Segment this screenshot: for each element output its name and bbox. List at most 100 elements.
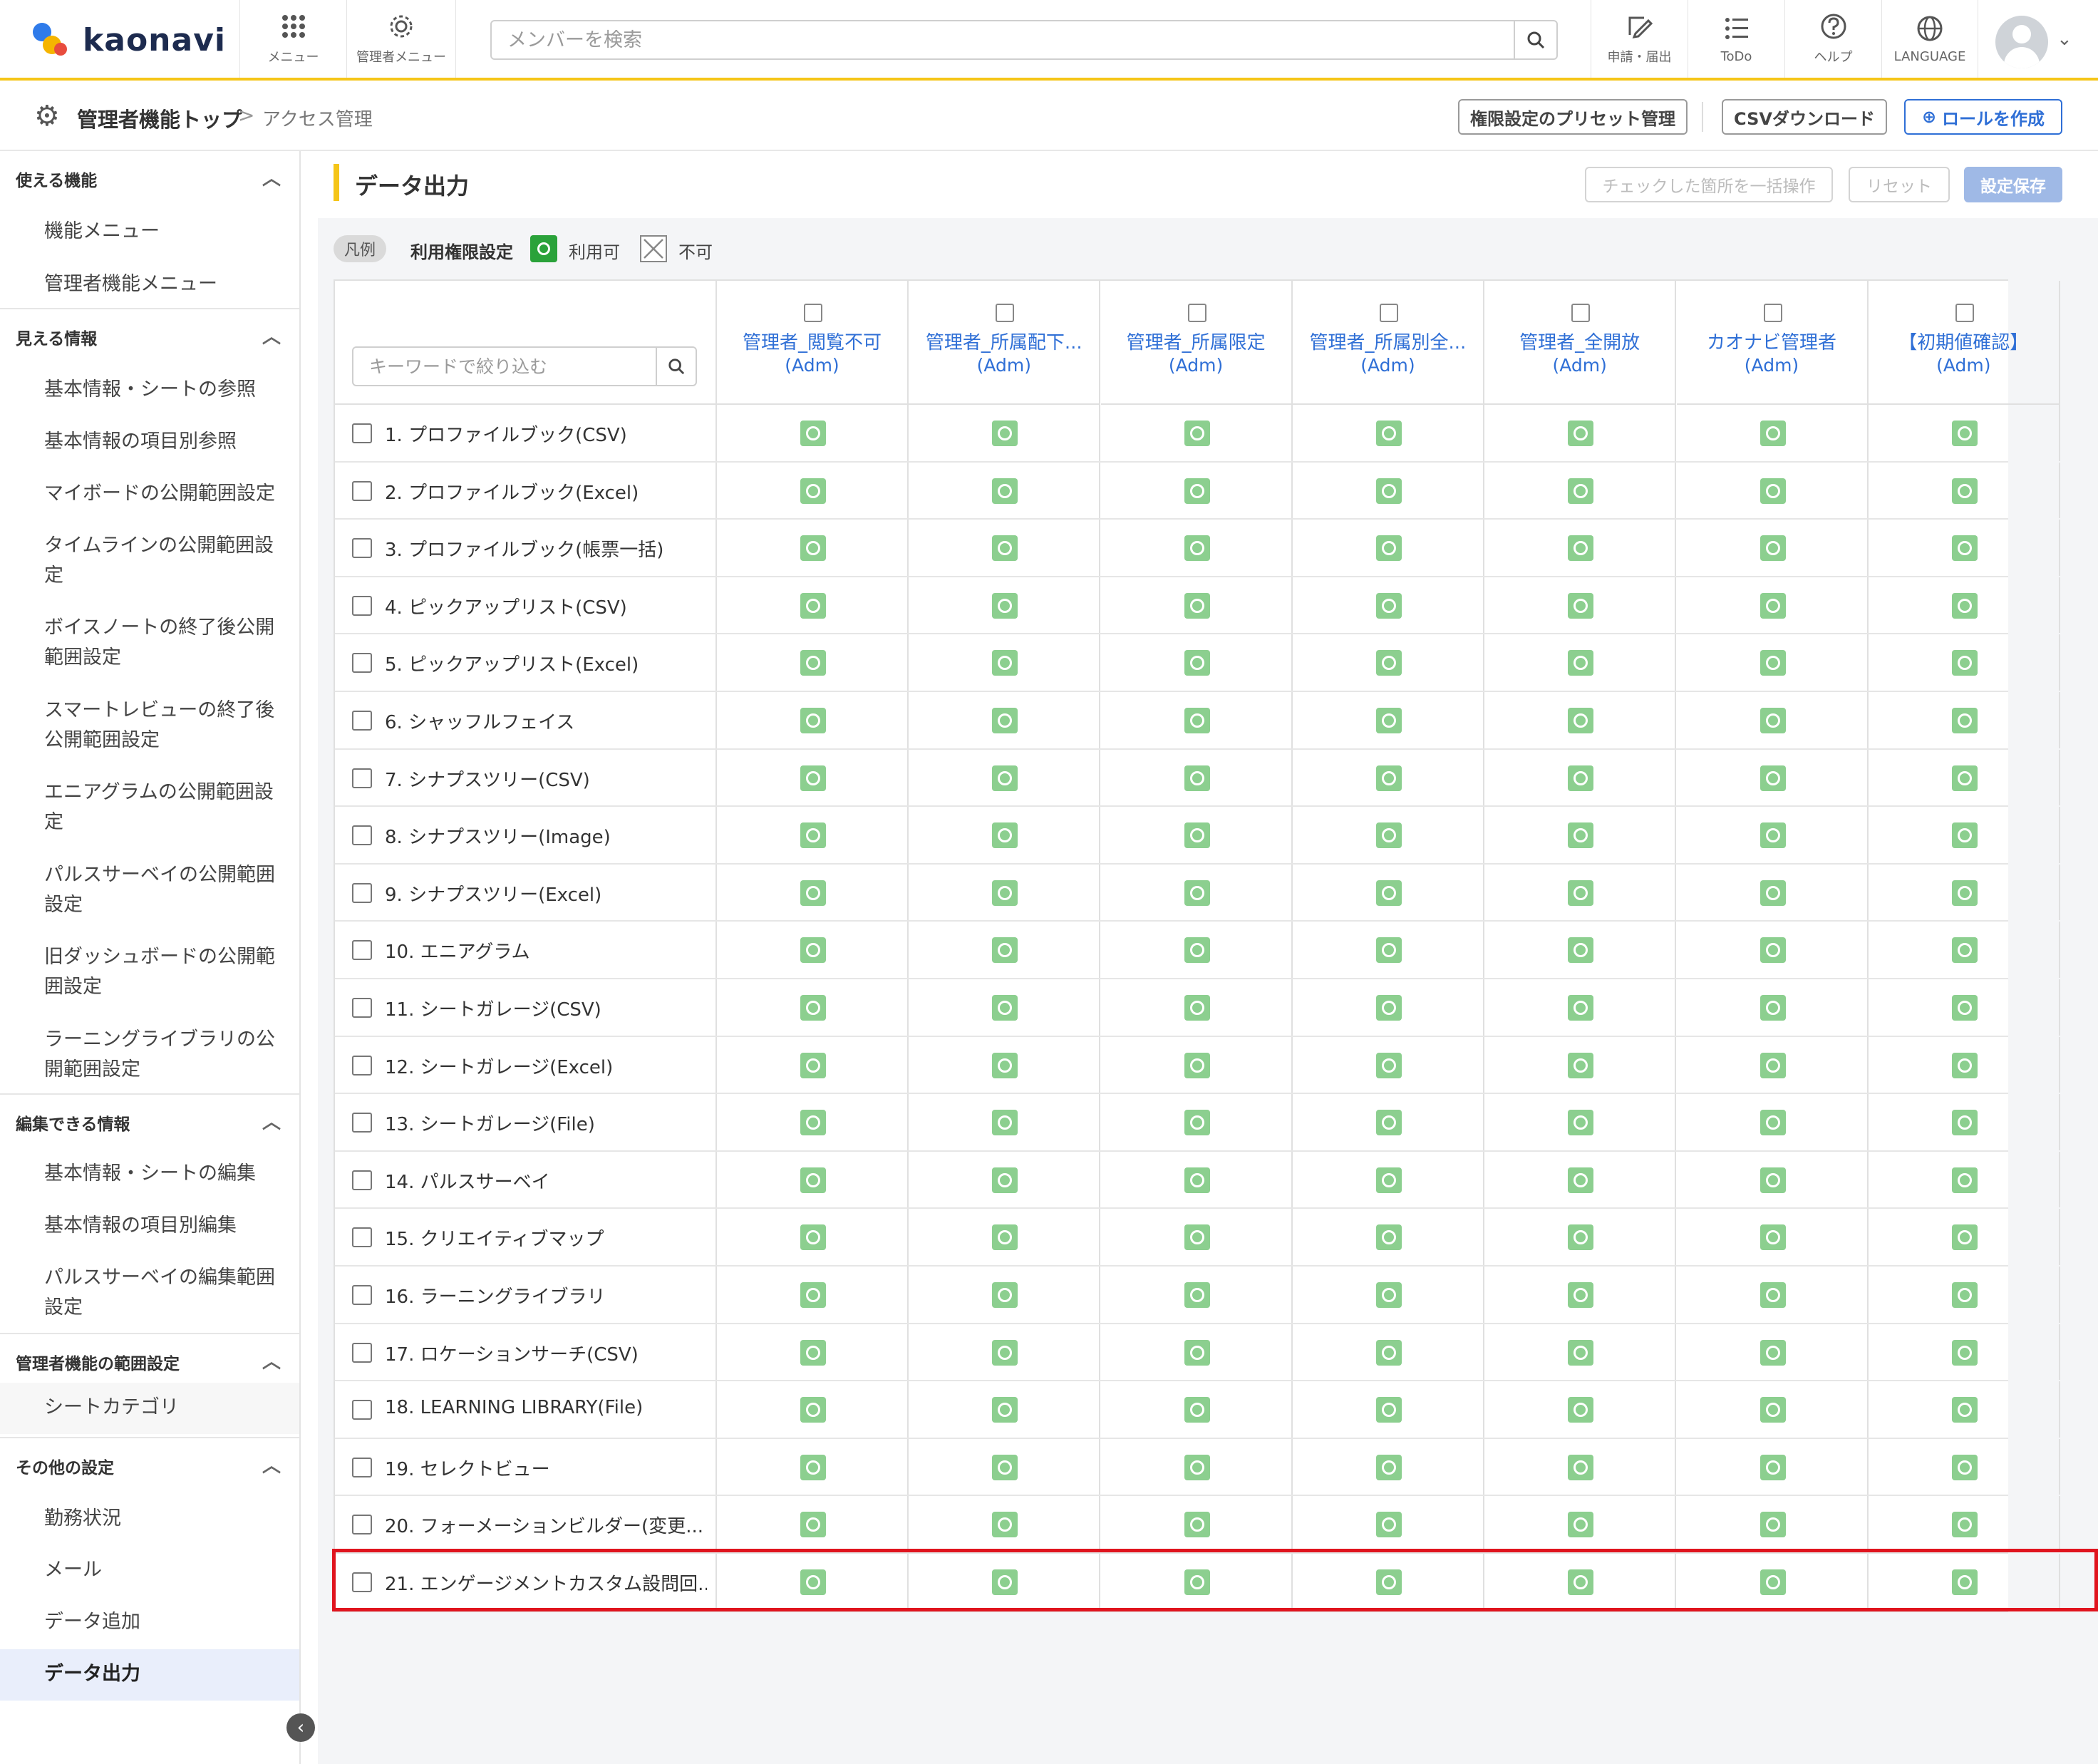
permission-allowed-icon[interactable] xyxy=(1951,1397,1978,1423)
row-checkbox[interactable] xyxy=(352,940,372,961)
sidebar-item[interactable]: 基本情報の項目別編集 xyxy=(0,1211,299,1241)
row-checkbox[interactable] xyxy=(352,1227,372,1248)
sidebar-item[interactable]: 旧ダッシュボードの公開範囲設定 xyxy=(0,942,299,1002)
permission-allowed-icon[interactable] xyxy=(1184,535,1210,562)
permission-allowed-icon[interactable] xyxy=(1375,650,1402,676)
permission-allowed-icon[interactable] xyxy=(1568,1167,1594,1193)
row-checkbox[interactable] xyxy=(352,1515,372,1535)
permission-allowed-icon[interactable] xyxy=(800,765,826,791)
permission-allowed-icon[interactable] xyxy=(1184,765,1210,791)
permission-allowed-icon[interactable] xyxy=(992,1454,1018,1480)
permission-allowed-icon[interactable] xyxy=(800,1397,826,1423)
sidebar-item[interactable]: 勤務状況 xyxy=(0,1504,299,1534)
permission-allowed-icon[interactable] xyxy=(1375,880,1402,906)
permission-allowed-icon[interactable] xyxy=(992,1397,1018,1423)
permission-allowed-icon[interactable] xyxy=(1568,1282,1594,1308)
permission-allowed-icon[interactable] xyxy=(1375,1454,1402,1480)
sidebar-item[interactable]: パルスサーベイの公開範囲設定 xyxy=(0,860,299,920)
permission-allowed-icon[interactable] xyxy=(1951,1569,1978,1595)
permission-allowed-icon[interactable] xyxy=(800,592,826,619)
permission-allowed-icon[interactable] xyxy=(1951,1339,1978,1366)
row-checkbox[interactable] xyxy=(352,998,372,1018)
sidebar-collapse-button[interactable]: ‹ xyxy=(286,1713,315,1742)
permission-allowed-icon[interactable] xyxy=(1951,880,1978,906)
row-checkbox[interactable] xyxy=(352,595,372,616)
permission-allowed-icon[interactable] xyxy=(1568,1397,1594,1423)
role-column-header[interactable]: 管理者_閲覧不可 (Adm) xyxy=(717,281,909,405)
permission-allowed-icon[interactable] xyxy=(1375,765,1402,791)
permission-allowed-icon[interactable] xyxy=(1375,1110,1402,1136)
permission-allowed-icon[interactable] xyxy=(1375,1512,1402,1538)
permission-allowed-icon[interactable] xyxy=(992,535,1018,562)
permission-allowed-icon[interactable] xyxy=(1568,765,1594,791)
permission-allowed-icon[interactable] xyxy=(1568,592,1594,619)
permission-allowed-icon[interactable] xyxy=(1375,708,1402,733)
row-checkbox[interactable] xyxy=(352,825,372,846)
permission-allowed-icon[interactable] xyxy=(992,1052,1018,1078)
csv-download-button[interactable]: CSVダウンロード xyxy=(1722,99,1887,135)
sidebar-section-editable-info[interactable]: 編集できる情報 ︿ xyxy=(0,1093,299,1143)
sidebar-item[interactable]: ボイスノートの終了後公開範囲設定 xyxy=(0,613,299,673)
sidebar-item-admin-feature-menu[interactable]: 管理者機能メニュー xyxy=(0,269,299,299)
permission-allowed-icon[interactable] xyxy=(1759,708,1786,733)
permission-allowed-icon[interactable] xyxy=(1568,822,1594,849)
permission-allowed-icon[interactable] xyxy=(1375,937,1402,964)
permission-allowed-icon[interactable] xyxy=(1951,765,1978,791)
permission-allowed-icon[interactable] xyxy=(992,1110,1018,1136)
permission-allowed-icon[interactable] xyxy=(1759,650,1786,676)
permission-allowed-icon[interactable] xyxy=(1375,1052,1402,1078)
role-column-header[interactable]: 管理者_所属限定 (Adm) xyxy=(1100,281,1293,405)
role-column-header[interactable]: カオナビ管理者 (Adm) xyxy=(1676,281,1869,405)
permission-allowed-icon[interactable] xyxy=(1184,880,1210,906)
permission-allowed-icon[interactable] xyxy=(992,592,1018,619)
sidebar-item-data-export[interactable]: データ出力 xyxy=(0,1649,299,1701)
permission-allowed-icon[interactable] xyxy=(1568,1512,1594,1538)
role-name[interactable]: 【初期値確認】 xyxy=(1869,328,2059,354)
permission-allowed-icon[interactable] xyxy=(1568,1224,1594,1251)
apply-button[interactable]: 申請・届出 xyxy=(1591,0,1688,78)
permission-allowed-icon[interactable] xyxy=(992,478,1018,504)
role-column-header[interactable]: 【初期値確認】 (Adm) xyxy=(1868,281,2060,405)
permission-allowed-icon[interactable] xyxy=(992,765,1018,791)
permission-allowed-icon[interactable] xyxy=(1759,535,1786,562)
sidebar-section-visible-info[interactable]: 見える情報 ︿ xyxy=(0,308,299,358)
permission-allowed-icon[interactable] xyxy=(800,1454,826,1480)
permission-allowed-icon[interactable] xyxy=(1184,1052,1210,1078)
row-checkbox[interactable] xyxy=(352,480,372,501)
sidebar-item[interactable]: シートカテゴリ xyxy=(0,1383,299,1434)
row-checkbox[interactable] xyxy=(352,1342,372,1363)
permission-allowed-icon[interactable] xyxy=(1184,1512,1210,1538)
row-checkbox[interactable] xyxy=(352,711,372,731)
row-checkbox[interactable] xyxy=(352,882,372,903)
language-button[interactable]: LANGUAGE xyxy=(1881,0,1978,78)
permission-allowed-icon[interactable] xyxy=(800,1224,826,1251)
role-column-header[interactable]: 管理者_全開放 (Adm) xyxy=(1484,281,1677,405)
permission-allowed-icon[interactable] xyxy=(1568,535,1594,562)
permission-allowed-icon[interactable] xyxy=(1375,1339,1402,1366)
permission-allowed-icon[interactable] xyxy=(992,650,1018,676)
sidebar-item[interactable]: パルスサーベイの編集範囲設定 xyxy=(0,1263,299,1323)
permission-allowed-icon[interactable] xyxy=(1375,1569,1402,1595)
breadcrumb-admin-top[interactable]: 管理者機能トップ xyxy=(77,103,242,133)
column-checkbox[interactable] xyxy=(1955,304,1974,322)
permission-allowed-icon[interactable] xyxy=(992,1569,1018,1595)
permission-allowed-icon[interactable] xyxy=(1375,535,1402,562)
permission-allowed-icon[interactable] xyxy=(1759,880,1786,906)
sidebar-item[interactable]: ラーニングライブラリの公開範囲設定 xyxy=(0,1025,299,1085)
permission-allowed-icon[interactable] xyxy=(1759,421,1786,446)
permission-allowed-icon[interactable] xyxy=(992,1339,1018,1366)
permission-allowed-icon[interactable] xyxy=(1184,1224,1210,1251)
permission-allowed-icon[interactable] xyxy=(1951,478,1978,504)
sidebar-item[interactable]: 基本情報・シートの編集 xyxy=(0,1159,299,1189)
avatar[interactable] xyxy=(1995,16,2048,68)
create-role-button[interactable]: ⊕ ロールを作成 xyxy=(1904,99,2062,135)
permission-allowed-icon[interactable] xyxy=(1759,765,1786,791)
save-settings-button[interactable]: 設定保存 xyxy=(1964,167,2062,202)
permission-allowed-icon[interactable] xyxy=(992,1167,1018,1193)
permission-allowed-icon[interactable] xyxy=(1759,1512,1786,1538)
row-checkbox[interactable] xyxy=(352,1113,372,1133)
search-button[interactable] xyxy=(1514,21,1556,58)
permission-allowed-icon[interactable] xyxy=(1759,937,1786,964)
permission-allowed-icon[interactable] xyxy=(1184,421,1210,446)
sidebar-section-usable-features[interactable]: 使える機能 ︿ xyxy=(0,151,299,201)
